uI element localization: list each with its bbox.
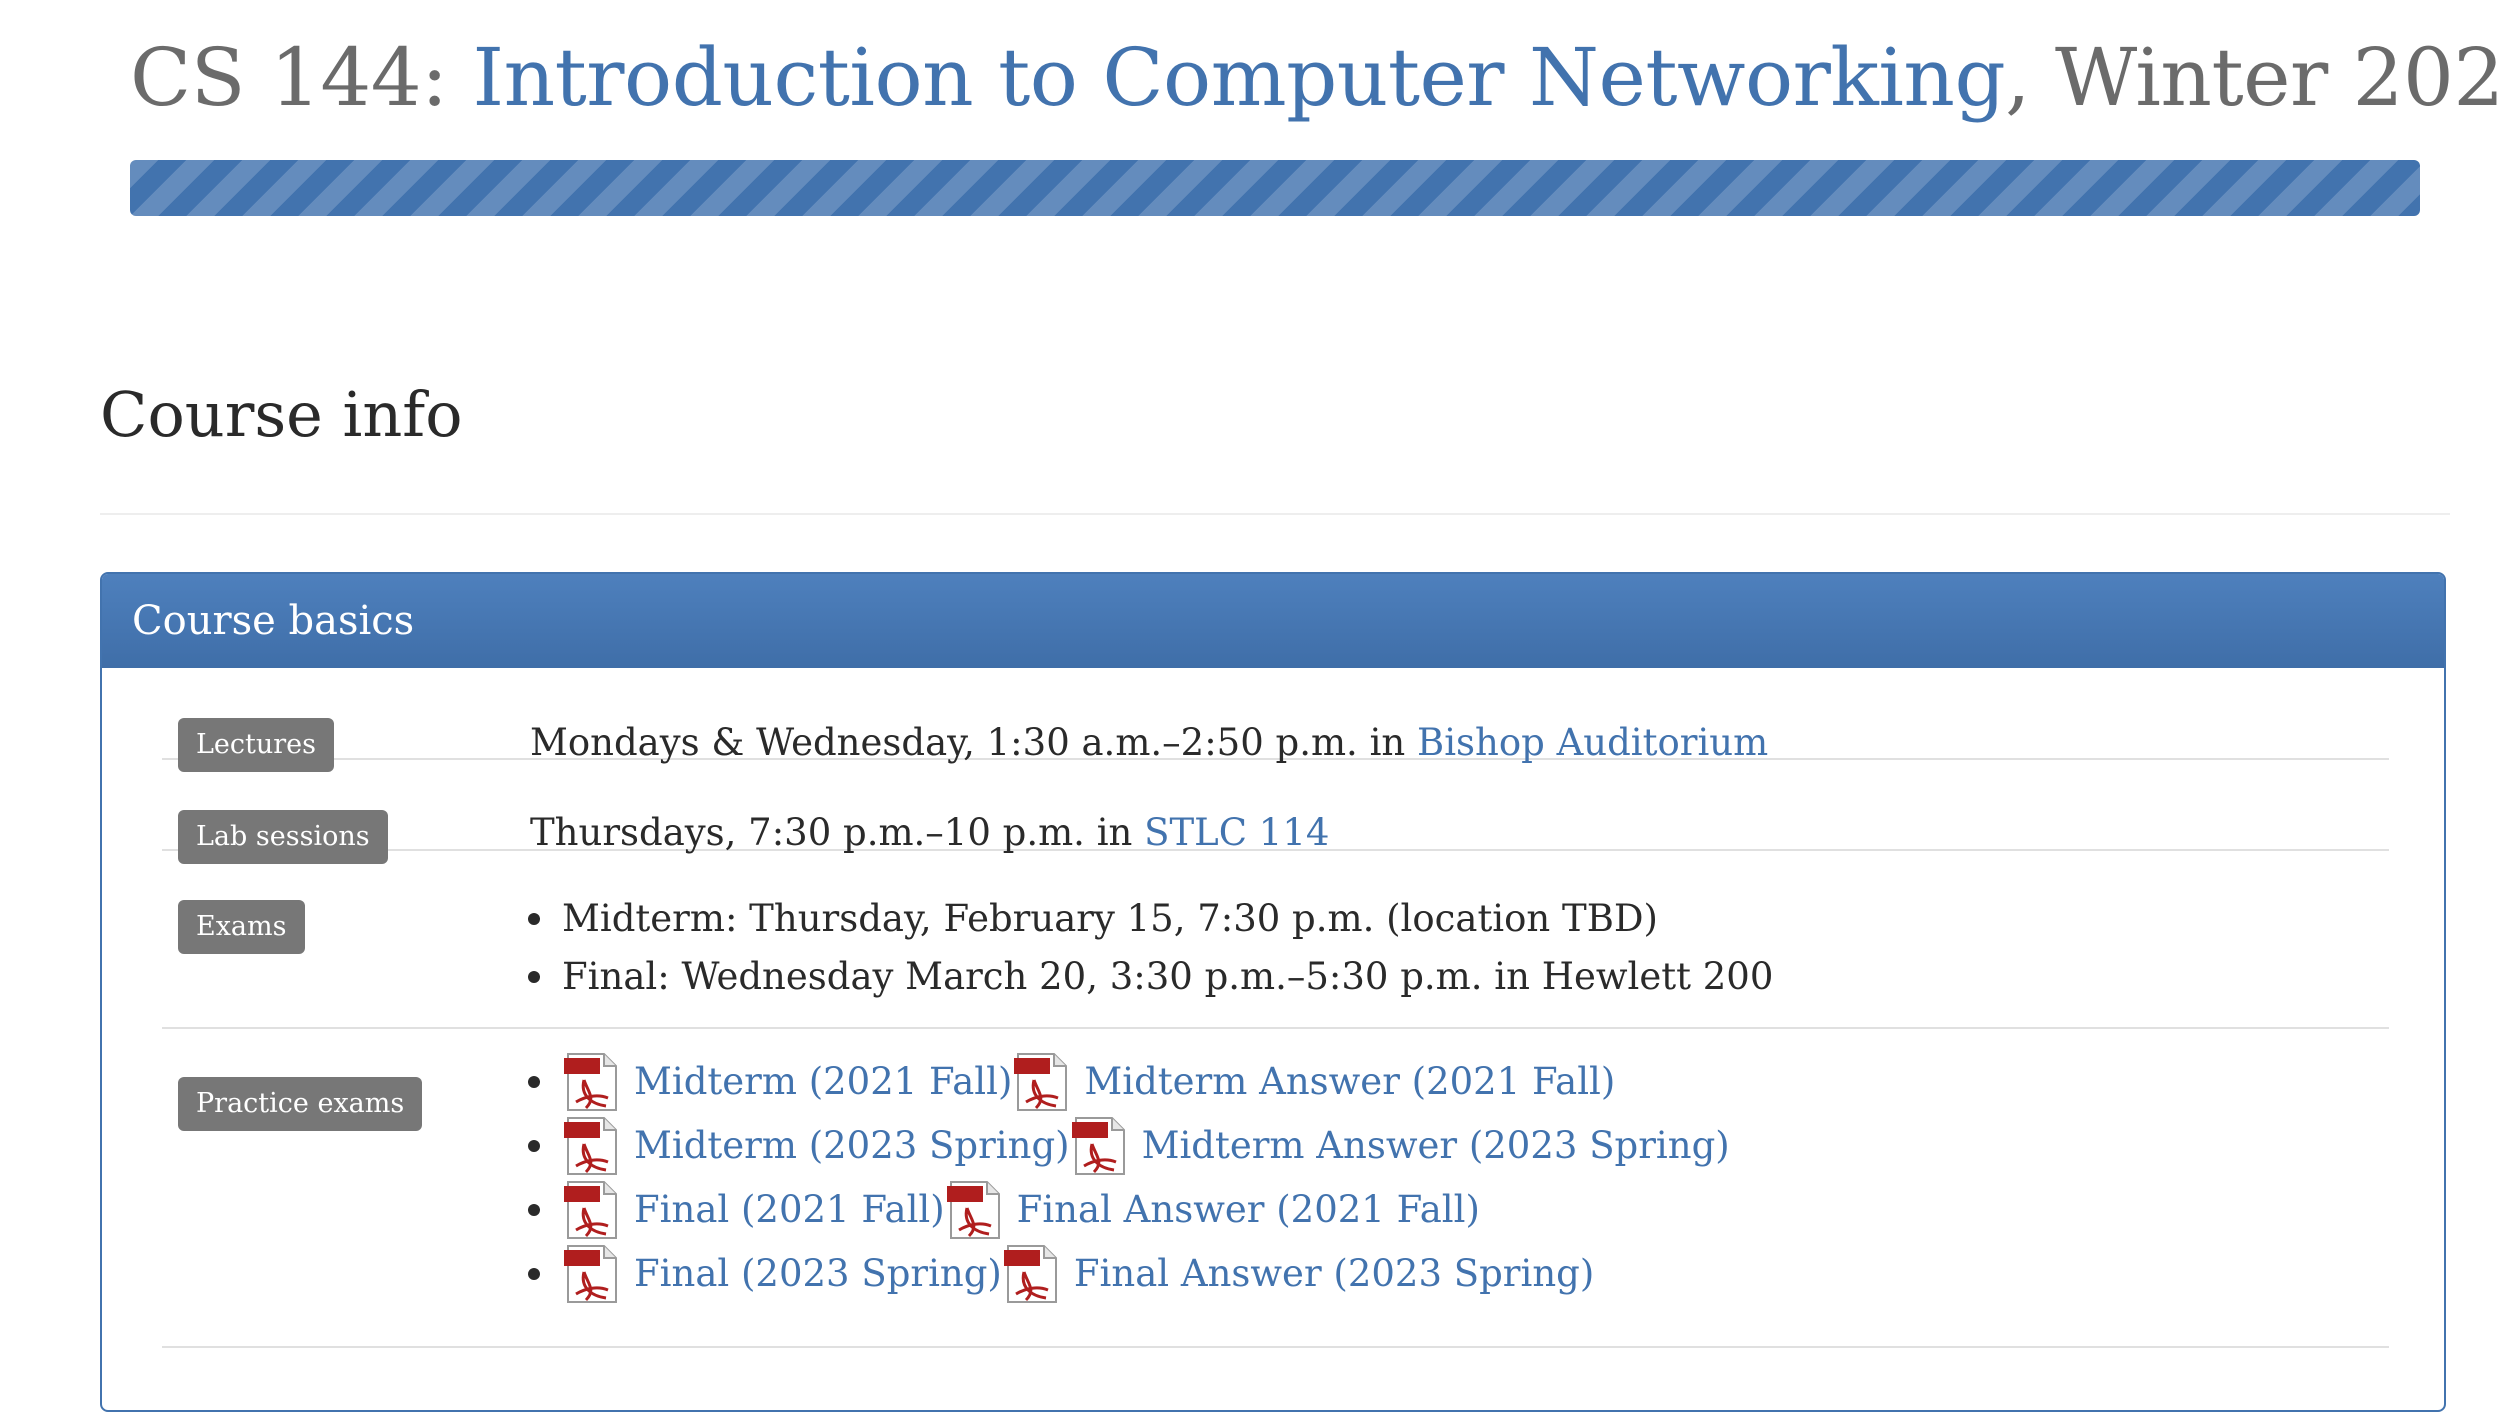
practice-exam-link-text: Final (2023 Spring) [634, 1252, 1002, 1295]
pdf-icon [1002, 1244, 1062, 1304]
exam-detail: Thursday, February 15, 7:30 p.m. (locati… [737, 897, 1658, 940]
practice-answer-link-text: Midterm Answer (2023 Spring) [1141, 1124, 1730, 1167]
heading-divider [100, 513, 2450, 515]
practice-answer-link[interactable]: Final Answer (2021 Fall) [945, 1178, 1480, 1242]
practice-exam-link[interactable]: Final (2023 Spring) [562, 1242, 1002, 1306]
list-item: Final (2021 Fall) Final Answer (2021 Fall… [528, 1178, 1730, 1242]
exam-name: Midterm: [562, 897, 738, 940]
title-prefix: CS 144: [130, 31, 473, 124]
practice-answer-link-text: Final Answer (2023 Spring) [1073, 1252, 1595, 1295]
pdf-icon [562, 1116, 622, 1176]
practice-answer-link-text: Final Answer (2021 Fall) [1016, 1188, 1480, 1231]
practice-exam-link[interactable]: Final (2021 Fall) [562, 1178, 945, 1242]
pdf-icon [562, 1244, 622, 1304]
info-row-lab-sessions: Lab sessions Thursdays, 7:30 p.m.–10 p.m… [162, 760, 2389, 864]
info-row-practice-exams: Practice exams Midterm (2021 Fall) Midter… [162, 1029, 2389, 1348]
title-suffix: , Winter 2024 [2005, 31, 2498, 124]
pdf-icon [1070, 1116, 1130, 1176]
list-item: Final: Wednesday March 20, 3:30 p.m.–5:3… [528, 948, 1774, 1006]
exam-list: Midterm: Thursday, February 15, 7:30 p.m… [528, 890, 1774, 1006]
practice-answer-link[interactable]: Midterm Answer (2023 Spring) [1070, 1114, 1730, 1178]
panel-header: Course basics [102, 574, 2444, 668]
course-name-link[interactable]: Introduction to Computer Networking [473, 31, 2006, 124]
practice-answer-link[interactable]: Midterm Answer (2021 Fall) [1012, 1050, 1615, 1114]
info-row-lectures: Lectures Mondays & Wednesday, 1:30 a.m.–… [162, 668, 2389, 772]
section-heading: Course info [100, 378, 463, 451]
lab-sessions-location-link[interactable]: STLC 114 [1144, 811, 1329, 854]
practice-exam-link-text: Final (2021 Fall) [634, 1188, 945, 1231]
pdf-icon [1012, 1052, 1072, 1112]
practice-answer-link-text: Midterm Answer (2021 Fall) [1084, 1060, 1616, 1103]
practice-exam-link-text: Midterm (2023 Spring) [634, 1124, 1070, 1167]
practice-exam-list: Midterm (2021 Fall) Midterm Answer (2021 … [528, 1050, 1730, 1306]
practice-answer-link[interactable]: Final Answer (2023 Spring) [1002, 1242, 1594, 1306]
exam-name: Final: [562, 955, 670, 998]
course-basics-panel: Course basics Lectures Mondays & Wednesd… [100, 572, 2446, 1412]
list-item: Final (2023 Spring) Final Answer (2023 Sp… [528, 1242, 1730, 1306]
practice-exams-label: Practice exams [178, 1077, 423, 1131]
info-row-exams: Exams Midterm: Thursday, February 15, 7:… [162, 851, 2389, 1029]
list-item: Midterm (2021 Fall) Midterm Answer (2021 … [528, 1050, 1730, 1114]
list-item: Midterm (2023 Spring) Midterm Answer (202… [528, 1114, 1730, 1178]
practice-exam-link-text: Midterm (2021 Fall) [634, 1060, 1013, 1103]
lectures-location-link[interactable]: Bishop Auditorium [1417, 721, 1768, 764]
practice-exam-link[interactable]: Midterm (2023 Spring) [562, 1114, 1070, 1178]
pdf-icon [562, 1052, 622, 1112]
list-item: Midterm: Thursday, February 15, 7:30 p.m… [528, 890, 1773, 948]
practice-exam-link[interactable]: Midterm (2021 Fall) [562, 1050, 1012, 1114]
pdf-icon [562, 1180, 622, 1240]
exam-detail: Wednesday March 20, 3:30 p.m.–5:30 p.m. … [669, 955, 1774, 998]
pdf-icon [945, 1180, 1005, 1240]
striped-banner-bar [130, 160, 2420, 216]
page-title: CS 144: Introduction to Computer Network… [130, 30, 2498, 126]
lectures-schedule: Mondays & Wednesday, 1:30 a.m.–2:50 p.m.… [530, 721, 1417, 764]
exams-label: Exams [178, 900, 305, 954]
lab-sessions-schedule: Thursdays, 7:30 p.m.–10 p.m. in [530, 811, 1145, 854]
